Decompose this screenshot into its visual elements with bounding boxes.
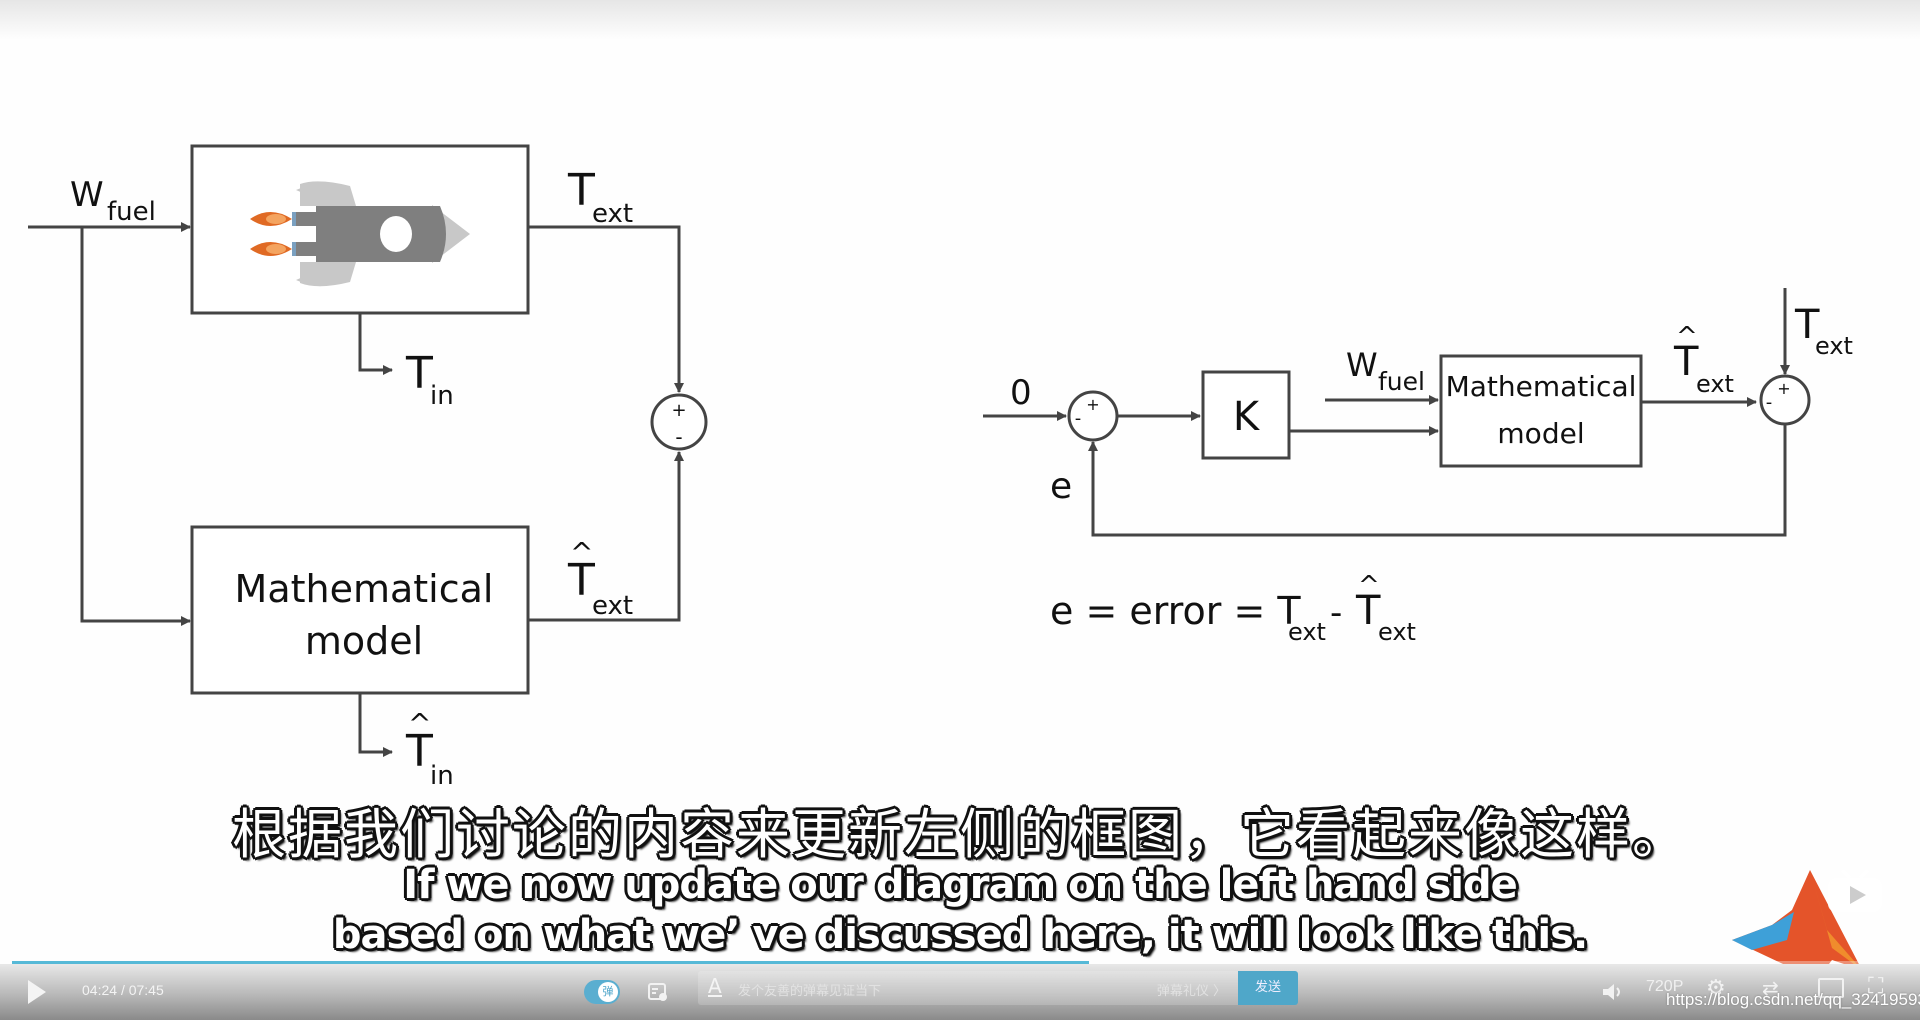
subtitle-chinese: 根据我们讨论的内容来更新左侧的框图，它看起来像这样。 [232,803,1688,866]
svg-text:W: W [70,175,104,215]
label-gain-k: K [1233,394,1261,440]
danmaku-placeholder: 发个友善的弹幕见证当下 [738,984,882,999]
sum2-plus: + [1777,379,1790,398]
wire-wfuel-branch [80,227,191,626]
wire-feedback [1088,424,1787,537]
wire-text [528,225,684,393]
svg-text:in: in [430,381,454,411]
label-text-left: T ext [567,165,633,229]
player-control-bar: 04:24 / 07:45 弹 A 发个友善的弹幕见证当下 弹幕礼仪 〉 发送 … [0,964,1920,1020]
danmaku-settings-icon[interactable] [648,982,668,1002]
time-display: 04:24 / 07:45 [82,982,164,998]
sum1-plus: + [1086,395,1099,414]
danmaku-toggle-knob: 弹 [598,982,618,1002]
danmaku-input[interactable]: A 发个友善的弹幕见证当下 弹幕礼仪 〉 [698,971,1238,1005]
svg-text:W: W [1346,346,1378,384]
svg-text:fuel: fuel [107,197,156,227]
svg-text:Mathematical: Mathematical [1446,370,1637,403]
sum-left-minus: - [675,425,682,449]
danmaku-toggle[interactable]: 弹 [584,980,620,1004]
watermark: https://blog.csdn.net/qq_32419593 [1666,990,1920,1009]
svg-text:model: model [1497,417,1584,450]
svg-text:ext: ext [1288,618,1326,646]
send-button[interactable]: 发送 [1238,971,1298,1005]
wire-tin [358,313,393,375]
svg-text:ext: ext [592,199,633,229]
svg-text:e = error = T: e = error = T [1050,589,1301,633]
bilibili-tv-icon[interactable] [1826,870,1884,914]
svg-text:ext: ext [1696,370,1734,398]
svg-text:T: T [567,165,595,216]
sum2-minus: - [1766,392,1773,413]
danmaku-etiquette-link[interactable]: 弹幕礼仪 〉 [1157,980,1226,999]
svg-text:-: - [1330,593,1342,633]
svg-text:ext: ext [592,591,633,621]
duration: 07:45 [128,982,164,998]
svg-text:ext: ext [1378,618,1416,646]
label-reference: 0 [1010,373,1032,413]
svg-text:Mathematical: Mathematical [235,567,494,611]
svg-text:T: T [405,726,433,777]
error-equation: e = error = T ext - ^ T ext [1050,571,1416,646]
font-style-icon[interactable]: A [708,976,722,997]
sum-left-plus: + [671,400,686,421]
subtitle-english-line2: based on what we’ ve discussed here, it … [332,912,1588,958]
time-separator: / [120,982,125,998]
label-wfuel-left: W fuel [70,175,156,227]
svg-text:fuel: fuel [1378,367,1425,396]
label-that-ext-left: ^ T ext [567,536,633,621]
label-that-ext-right: ^ T ext [1673,322,1734,398]
svg-text:T: T [405,348,433,399]
play-icon[interactable] [28,980,46,1004]
svg-text:T: T [567,555,595,606]
label-wfuel-right: W fuel [1346,346,1425,396]
subtitle-english-line1: If we now update our diagram on the left… [403,862,1517,908]
volume-icon[interactable] [1600,980,1624,1004]
label-error-e: e [1050,466,1072,507]
svg-text:model: model [305,619,423,663]
label-tin-left: T in [405,348,454,411]
svg-text:in: in [430,761,454,791]
label-that-in-left: ^ T in [405,707,454,791]
svg-text:ext: ext [1815,332,1853,360]
current-time: 04:24 [82,982,118,998]
sum1-minus: - [1075,408,1082,429]
label-text-right: T ext [1794,302,1853,360]
wire-that-in [358,693,393,757]
